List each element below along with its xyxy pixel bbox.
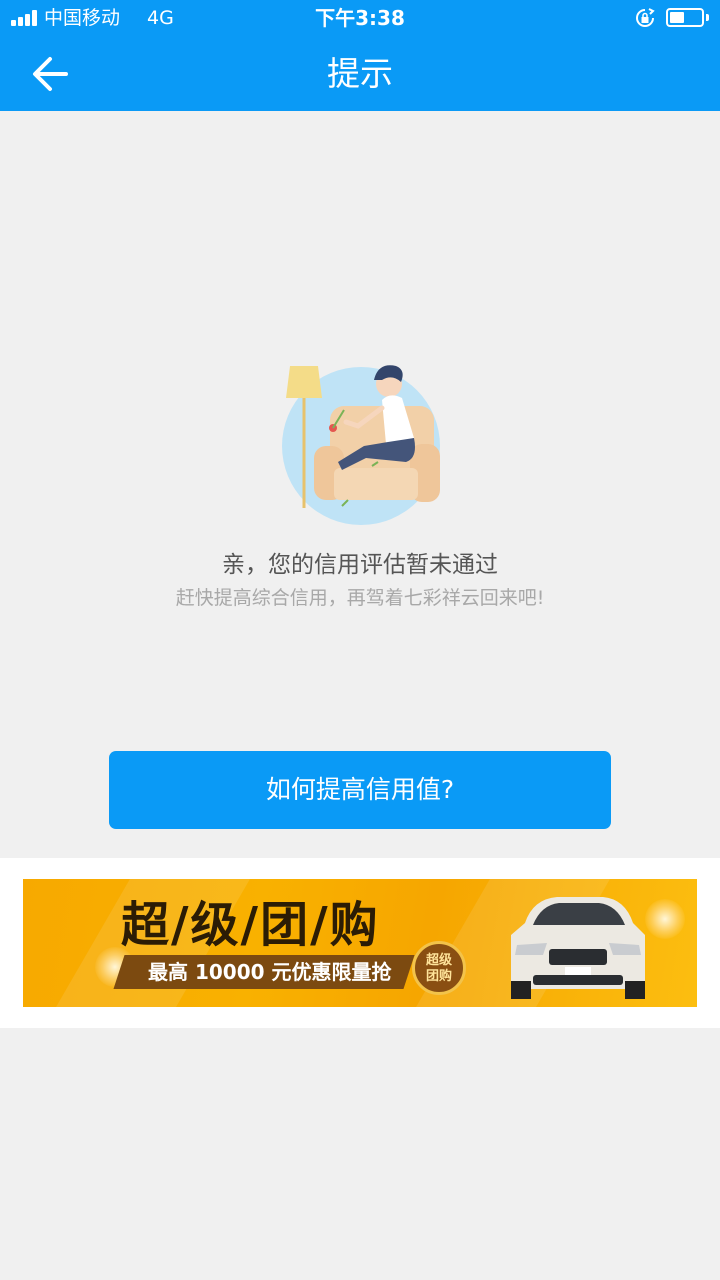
nav-bar: 提示 [0, 36, 720, 111]
banner-subtitle: 最高 10000 元优惠限量抢 [148, 960, 392, 984]
group-buy-badge: 超级 团购 [412, 941, 466, 995]
battery-icon [666, 8, 704, 27]
group-buy-banner[interactable]: 超/级/团/购 最高 10000 元优惠限量抢 超级 团购 [23, 879, 697, 1007]
result-submessage: 赶快提高综合信用，再驾着七彩祥云回来吧! [175, 587, 545, 609]
car-photo [511, 897, 645, 999]
status-bar: 中国移动 4G 下午3:38 [0, 0, 720, 36]
person-on-sofa-illustration [282, 365, 440, 525]
page-title: 提示 [327, 54, 393, 93]
battery-level [670, 12, 684, 23]
ad-banner-container: 超/级/团/购 最高 10000 元优惠限量抢 超级 团购 [0, 858, 720, 1028]
badge-line-2: 团购 [425, 969, 452, 984]
status-time: 下午3:38 [315, 6, 405, 30]
result-message: 亲，您的信用评估暂未通过 [222, 552, 498, 578]
rotation-lock-icon [636, 8, 655, 27]
banner-title: 超/级/团/购 [121, 897, 380, 953]
improve-credit-button[interactable]: 如何提高信用值? [109, 751, 611, 829]
top-bar: 中国移动 4G 下午3:38 提示 [0, 0, 720, 111]
badge-line-1: 超级 [425, 953, 452, 968]
battery-cap [706, 14, 709, 21]
